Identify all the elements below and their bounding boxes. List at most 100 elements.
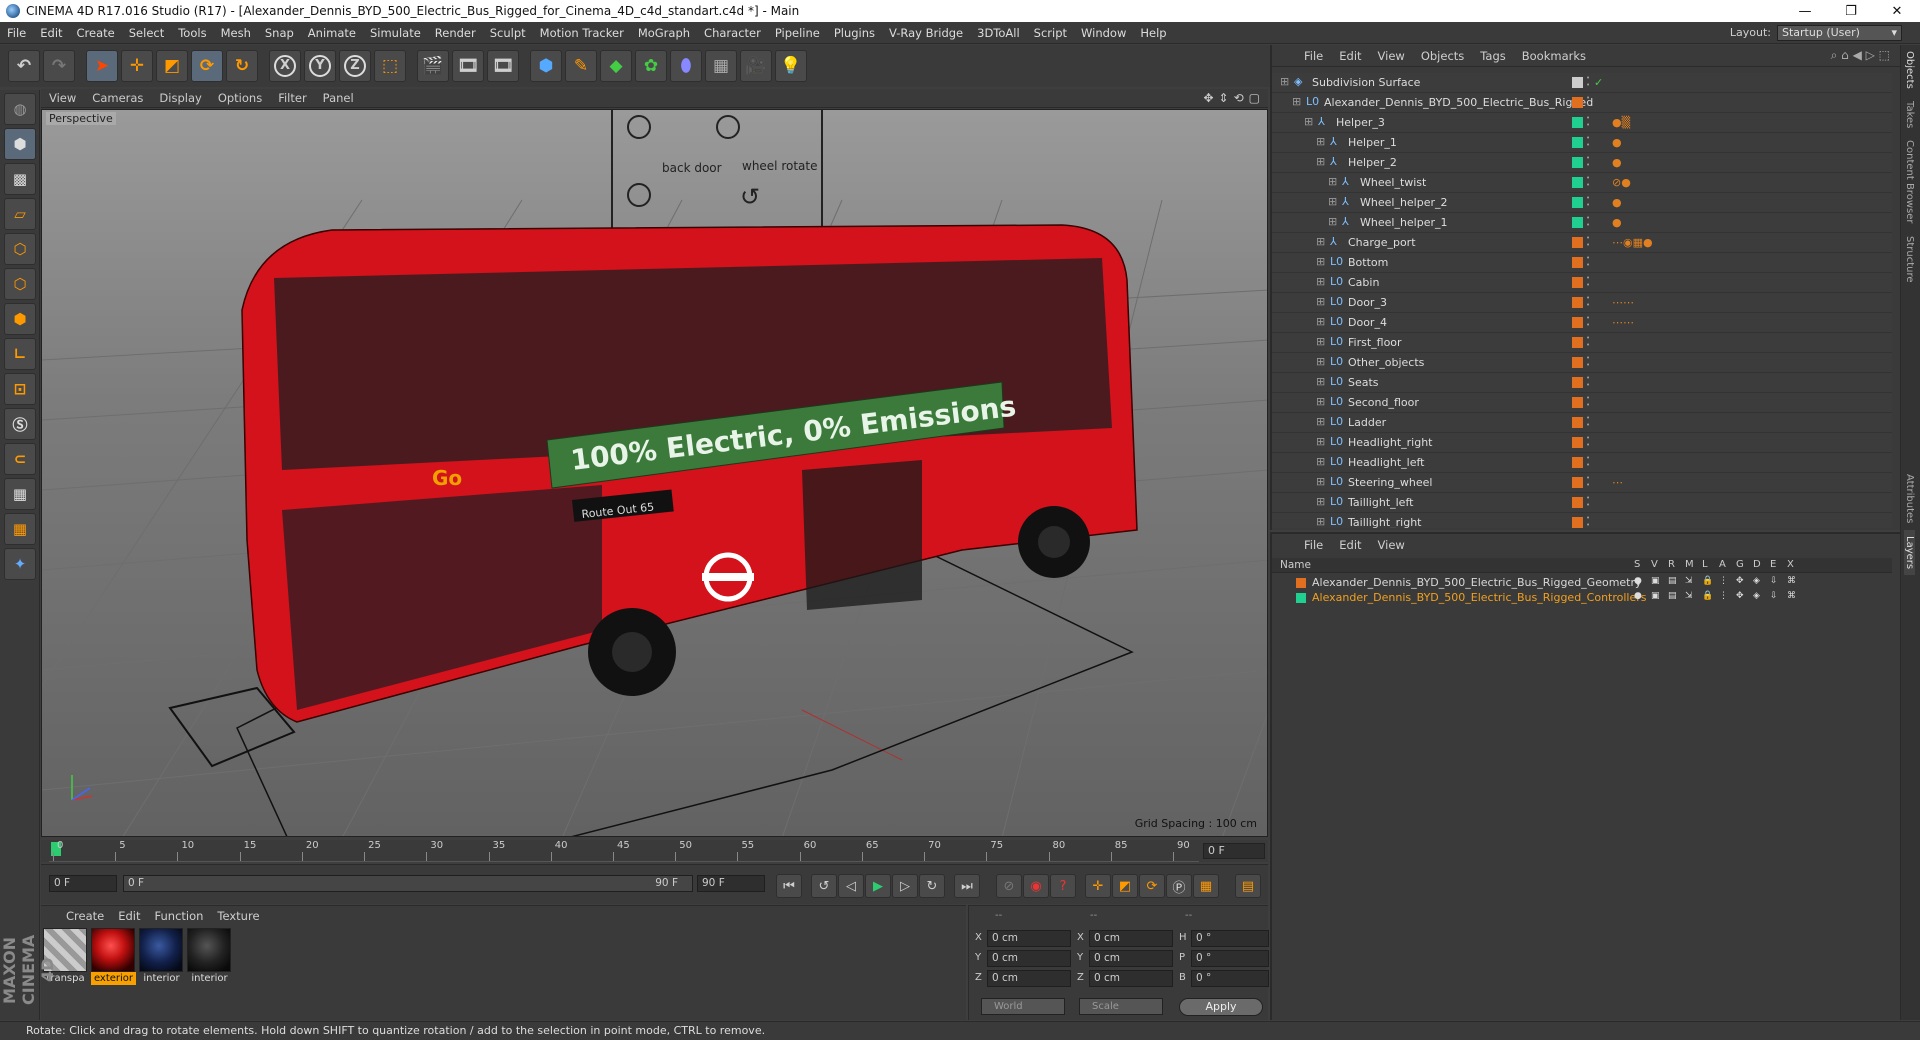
model-mode-button[interactable]: ⬢ [4,128,36,160]
render-view-button[interactable]: 🎬 [417,50,449,82]
material-menu-function[interactable]: Function [148,909,211,923]
orbit-icon[interactable]: ⟲ [1234,91,1244,105]
menu-motion-tracker[interactable]: Motion Tracker [533,26,631,40]
visibility-dots[interactable]: • • [1586,295,1594,309]
expand-toggle-icon[interactable]: ⊞ [1316,136,1328,148]
visibility-dots[interactable]: • • [1586,395,1594,409]
apply-button[interactable]: Apply [1179,998,1263,1016]
size-z-field[interactable]: 0 cm [1089,970,1173,987]
timeline-ruler[interactable]: 0 5 10 15 20 25 30 35 40 45 50 55 60 65 70 75 80 85 90 0 F [41,840,1268,862]
layer-color-swatch[interactable] [1572,477,1583,488]
rot-b-field[interactable]: 0 ° [1191,970,1269,987]
layer-flag-toggle[interactable]: ⇲ [1685,591,1693,601]
layer-flag-toggle[interactable]: ⇩ [1770,591,1778,601]
record-disabled-button[interactable]: ⊘ [996,874,1022,898]
menu-animate[interactable]: Animate [301,26,363,40]
obj-menu-view[interactable]: View [1370,49,1413,63]
menu-mesh[interactable]: Mesh [214,26,258,40]
layer-flag-toggle[interactable]: 🔒 [1702,591,1713,601]
object-row[interactable]: ⊞ ⅄ Helper_2 • • ● [1272,153,1892,173]
recent-tool-button[interactable]: ↻ [226,50,258,82]
obj-menu-bookmarks[interactable]: Bookmarks [1514,49,1594,63]
next-key-button[interactable]: ↻ [919,874,945,898]
object-row[interactable]: ⊞ L0 Seats • • [1272,373,1892,393]
tab-objects[interactable]: Objects [1904,45,1915,95]
object-tags[interactable]: ⊘● [1612,176,1631,189]
layer-flag-toggle[interactable]: ⌘ [1787,591,1796,601]
layer-flag-toggle[interactable]: ● [1634,591,1642,601]
object-tags[interactable]: ●▒ [1612,116,1630,129]
tab-content-browser[interactable]: Content Browser [1904,134,1915,229]
cube-object-button[interactable]: ⬢ [530,50,562,82]
menu-create[interactable]: Create [70,26,122,40]
menu-help[interactable]: Help [1133,26,1173,40]
expand-toggle-icon[interactable]: ⊞ [1304,116,1316,128]
edges-mode-button[interactable]: ⬡ [4,268,36,300]
frame-ruler[interactable]: 0 5 10 15 20 25 30 35 40 45 50 55 60 65 70 75 80 85 90 [49,840,1199,862]
layer-flag-toggle[interactable]: ⋮ [1719,576,1728,586]
object-row[interactable]: ⊞ L0 Steering_wheel • • ⋯ [1272,473,1892,493]
menu-vray-bridge[interactable]: V-Ray Bridge [882,26,970,40]
rot-h-field[interactable]: 0 ° [1191,930,1269,947]
visibility-dots[interactable]: • • [1586,195,1594,209]
object-row[interactable]: ⊞ ⅄ Charge_port • • ⋯◉▦● [1272,233,1892,253]
key-position-button[interactable]: ✛ [1085,874,1111,898]
expand-toggle-icon[interactable]: ⊞ [1316,256,1328,268]
layer-color-swatch[interactable] [1572,177,1583,188]
play-button[interactable]: ▶ [865,874,891,898]
expand-toggle-icon[interactable]: ⊞ [1328,176,1340,188]
material-menu-create[interactable]: Create [59,909,111,923]
layer-color-swatch[interactable] [1572,277,1583,288]
expand-toggle-icon[interactable]: ⊞ [1316,476,1328,488]
live-selection-button[interactable]: ➤ [86,50,118,82]
floor-grid-button[interactable]: ▦ [4,478,36,510]
object-row[interactable]: ⊞ L0 Headlight_right • • [1272,433,1892,453]
layer-color-swatch[interactable] [1572,517,1583,528]
visibility-dots[interactable]: • • [1586,435,1594,449]
snap-button[interactable]: Ⓢ [4,408,36,440]
visibility-dots[interactable]: • • [1586,335,1594,349]
layer-flag-toggle[interactable]: ⇩ [1770,576,1778,586]
menu-sculpt[interactable]: Sculpt [483,26,533,40]
object-row[interactable]: ⊞ L0 Other_objects • • [1272,353,1892,373]
key-scale-button[interactable]: ◩ [1112,874,1138,898]
layer-flag-toggle[interactable]: ● [1634,576,1642,586]
current-frame-field[interactable]: 0 F [1203,843,1265,859]
pos-z-field[interactable]: 0 cm [987,970,1071,987]
layer-color-swatch[interactable] [1572,497,1583,508]
expand-toggle-icon[interactable]: ⊞ [1292,96,1304,108]
expand-toggle-icon[interactable]: ⊞ [1316,516,1328,528]
layer-menu-file[interactable]: File [1296,538,1331,552]
record-button[interactable]: ◉ [1023,874,1049,898]
obj-menu-tags[interactable]: Tags [1472,49,1513,63]
layer-color-swatch[interactable] [1572,157,1583,168]
visibility-dots[interactable]: • • [1586,315,1594,329]
visibility-dots[interactable]: • • [1586,475,1594,489]
viewport-menu-options[interactable]: Options [210,91,270,105]
visibility-dots[interactable]: • • [1586,115,1594,129]
layer-flag-toggle[interactable]: ◈ [1753,591,1760,601]
object-row[interactable]: ⊞ L0 Ladder • • [1272,413,1892,433]
tab-takes[interactable]: Takes [1904,95,1915,134]
x-axis-lock[interactable]: X [269,50,301,82]
expand-toggle-icon[interactable]: ⊞ [1316,496,1328,508]
layer-row[interactable]: Alexander_Dennis_BYD_500_Electric_Bus_Ri… [1272,576,1892,591]
layer-color-swatch[interactable] [1572,137,1583,148]
object-tags[interactable]: ● [1612,136,1622,149]
goto-end-button[interactable]: ⏭ [954,874,980,898]
pan-icon[interactable]: ✥ [1203,91,1213,105]
object-row[interactable]: ⊞ L0 Second_floor • • [1272,393,1892,413]
layer-flag-toggle[interactable]: ▣ [1651,591,1660,601]
prev-key-button[interactable]: ↺ [811,874,837,898]
tab-attributes[interactable]: Attributes [1904,468,1915,529]
object-row[interactable]: ⊞ L0 Taillight_right • • [1272,513,1892,528]
menu-file[interactable]: File [0,26,33,40]
layer-color-swatch[interactable] [1572,197,1583,208]
visibility-dots[interactable]: • • [1586,75,1594,89]
expand-toggle-icon[interactable]: ⊞ [1316,156,1328,168]
undo-button[interactable]: ↶ [8,50,40,82]
expand-toggle-icon[interactable]: ⊞ [1328,196,1340,208]
tab-structure[interactable]: Structure [1904,230,1915,289]
goto-start-button[interactable]: ⏮ [776,874,802,898]
object-row[interactable]: ⊞ ⅄ Wheel_twist • • ⊘● [1272,173,1892,193]
